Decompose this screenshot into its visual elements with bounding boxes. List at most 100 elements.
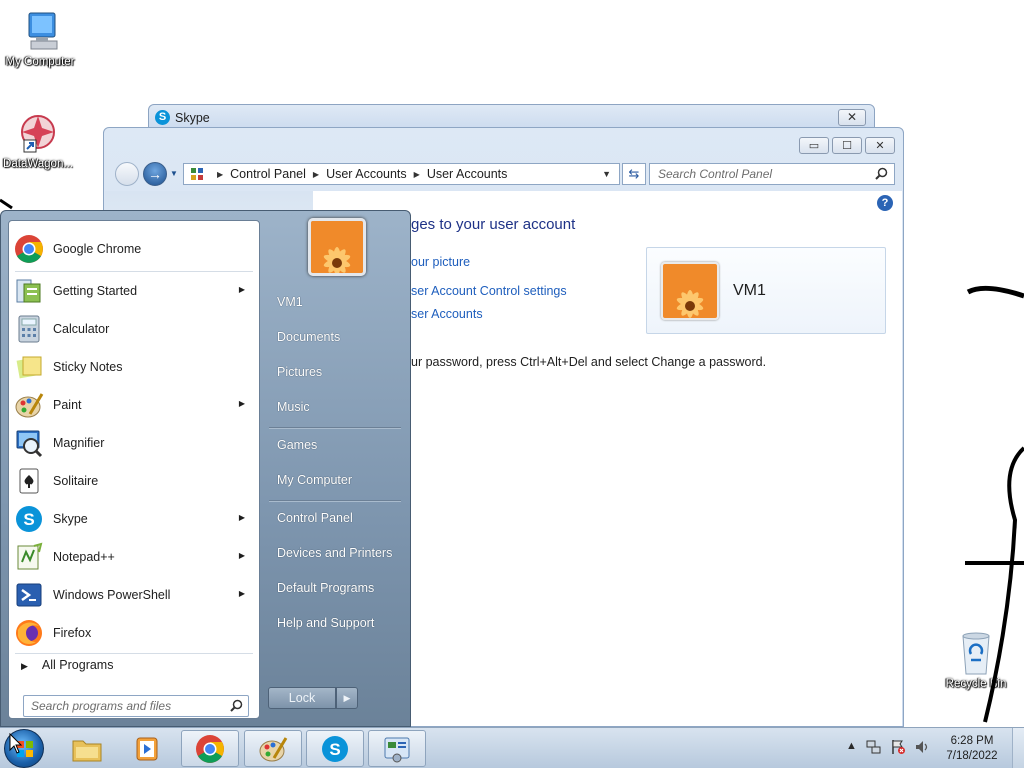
window-title: Skype <box>175 111 210 125</box>
program-item-sticky-notes[interactable]: Sticky Notes <box>13 349 257 385</box>
paint-icon <box>13 389 45 421</box>
start-item-user[interactable]: VM1 <box>277 295 303 309</box>
start-item-documents[interactable]: Documents <box>277 330 340 344</box>
user-name: VM1 <box>733 282 766 299</box>
close-button[interactable]: ✕ <box>865 137 895 154</box>
action-center-flag-icon[interactable] <box>890 739 906 755</box>
program-item-google-chrome[interactable]: Google Chrome <box>13 231 257 267</box>
desktop-icon-label: My Computer <box>5 56 75 68</box>
minimize-button[interactable]: ▭ <box>799 137 829 154</box>
firefox-icon <box>13 617 45 649</box>
divider <box>269 500 401 501</box>
divider <box>269 427 401 428</box>
desktop-icon-label: DataWagon... <box>3 158 73 170</box>
svg-text:S: S <box>23 510 34 529</box>
submenu-arrow-icon[interactable]: ▶ <box>239 399 245 408</box>
search-input[interactable]: Search Control Panel <box>649 163 895 185</box>
program-label: Notepad++ <box>53 550 115 564</box>
taskbar-item-chrome[interactable] <box>181 730 239 767</box>
start-menu: Google Chrome Getting Started ▶ Calculat… <box>0 210 411 727</box>
taskbar-item-control-panel[interactable] <box>368 730 426 767</box>
flower-icon <box>311 221 363 273</box>
desktop-icon-recycle-bin[interactable]: Recycle Bin <box>936 630 1016 690</box>
program-item-getting-started[interactable]: Getting Started ▶ <box>13 273 257 309</box>
volume-icon[interactable] <box>914 739 930 755</box>
system-clock[interactable]: 6:28 PM 7/18/2022 <box>936 734 1008 764</box>
program-item-firefox[interactable]: Firefox <box>13 615 257 651</box>
user-picture <box>661 262 719 320</box>
lock-button[interactable]: Lock <box>268 687 336 709</box>
start-item-default-programs[interactable]: Default Programs <box>277 581 374 595</box>
submenu-arrow-icon[interactable]: ▶ <box>239 285 245 294</box>
search-icon <box>230 699 243 712</box>
forward-button[interactable]: → <box>143 162 167 186</box>
manage-accounts-link[interactable]: ser Accounts <box>411 307 483 321</box>
program-item-skype[interactable]: S Skype ▶ <box>13 501 257 537</box>
chevron-down-icon[interactable]: ▼ <box>602 169 611 179</box>
program-item-windows-powershell[interactable]: Windows PowerShell ▶ <box>13 577 257 613</box>
desktop-icon-label: Recycle Bin <box>945 678 1007 690</box>
user-account-card: VM1 <box>646 247 886 334</box>
desktop-icon-datawagon[interactable]: DataWagon... <box>0 110 78 170</box>
flower-icon <box>663 264 717 318</box>
show-desktop-button[interactable] <box>1012 728 1024 768</box>
calculator-icon <box>13 313 45 345</box>
start-item-games[interactable]: Games <box>277 438 317 452</box>
recent-pages-dropdown[interactable]: ▼ <box>170 169 178 178</box>
program-label: Getting Started <box>53 284 138 298</box>
refresh-button[interactable]: ⇆ <box>622 163 646 185</box>
close-button[interactable]: ✕ <box>838 109 866 126</box>
start-item-devices-and-printers[interactable]: Devices and Printers <box>277 546 392 560</box>
start-item-pictures[interactable]: Pictures <box>277 365 322 379</box>
program-label: Magnifier <box>53 436 105 450</box>
taskbar-item-skype[interactable]: S <box>306 730 364 767</box>
start-item-help-and-support[interactable]: Help and Support <box>277 616 374 630</box>
uac-settings-link[interactable]: ser Account Control settings <box>411 284 567 298</box>
chevron-right-icon: ▶ <box>312 169 320 179</box>
start-item-music[interactable]: Music <box>277 400 310 414</box>
desktop-icon-my-computer[interactable]: My Computer <box>0 8 80 68</box>
taskbar-item-paint[interactable] <box>244 730 302 767</box>
taskbar-item-explorer[interactable] <box>58 730 116 767</box>
divider <box>15 271 253 272</box>
clock-time: 6:28 PM <box>950 735 994 747</box>
program-item-magnifier[interactable]: Magnifier <box>13 425 257 461</box>
skype-icon: S <box>13 503 45 535</box>
program-item-paint[interactable]: Paint ▶ <box>13 387 257 423</box>
breadcrumb-control-panel[interactable]: Control Panel <box>230 167 306 181</box>
all-programs-button[interactable]: ▶ All Programs <box>21 658 113 672</box>
maximize-button[interactable]: ☐ <box>832 137 862 154</box>
powershell-icon <box>13 579 45 611</box>
chrome-icon <box>196 734 224 763</box>
divider <box>15 653 253 654</box>
program-label: Firefox <box>53 626 92 640</box>
breadcrumb-user-accounts-current[interactable]: User Accounts <box>427 167 508 181</box>
power-options-arrow[interactable]: ▶ <box>336 687 358 709</box>
program-item-notepad-plus-plus[interactable]: Notepad++ ▶ <box>13 539 257 575</box>
submenu-arrow-icon[interactable]: ▶ <box>239 589 245 598</box>
control-panel-icon <box>384 737 410 762</box>
show-hidden-icons-button[interactable]: ▲ <box>846 740 857 752</box>
program-item-solitaire[interactable]: Solitaire <box>13 463 257 499</box>
password-note: ur password, press Ctrl+Alt+Del and sele… <box>411 355 767 369</box>
program-label: Calculator <box>53 322 110 336</box>
address-bar[interactable]: ▶ Control Panel ▶ User Accounts ▶ User A… <box>183 163 620 185</box>
control-panel-icon <box>191 168 203 180</box>
help-icon[interactable]: ? <box>877 195 893 211</box>
user-picture[interactable] <box>308 218 366 276</box>
network-icon[interactable] <box>866 739 882 755</box>
search-placeholder: Search programs and files <box>31 699 172 713</box>
back-button[interactable] <box>115 162 139 186</box>
program-item-calculator[interactable]: Calculator <box>13 311 257 347</box>
submenu-arrow-icon[interactable]: ▶ <box>239 551 245 560</box>
breadcrumb-user-accounts[interactable]: User Accounts <box>326 167 407 181</box>
submenu-arrow-icon[interactable]: ▶ <box>239 513 245 522</box>
taskbar-item-media-player[interactable] <box>118 730 176 767</box>
notepad-plus-plus-icon <box>13 541 45 573</box>
taskbar: S ▲ 6:28 PM 7/18/2022 <box>0 727 1024 768</box>
start-search-input[interactable]: Search programs and files <box>23 695 249 717</box>
start-item-my-computer[interactable]: My Computer <box>277 473 352 487</box>
start-item-control-panel[interactable]: Control Panel <box>277 511 353 525</box>
my-computer-icon <box>28 12 58 50</box>
change-picture-link[interactable]: our picture <box>411 255 470 269</box>
